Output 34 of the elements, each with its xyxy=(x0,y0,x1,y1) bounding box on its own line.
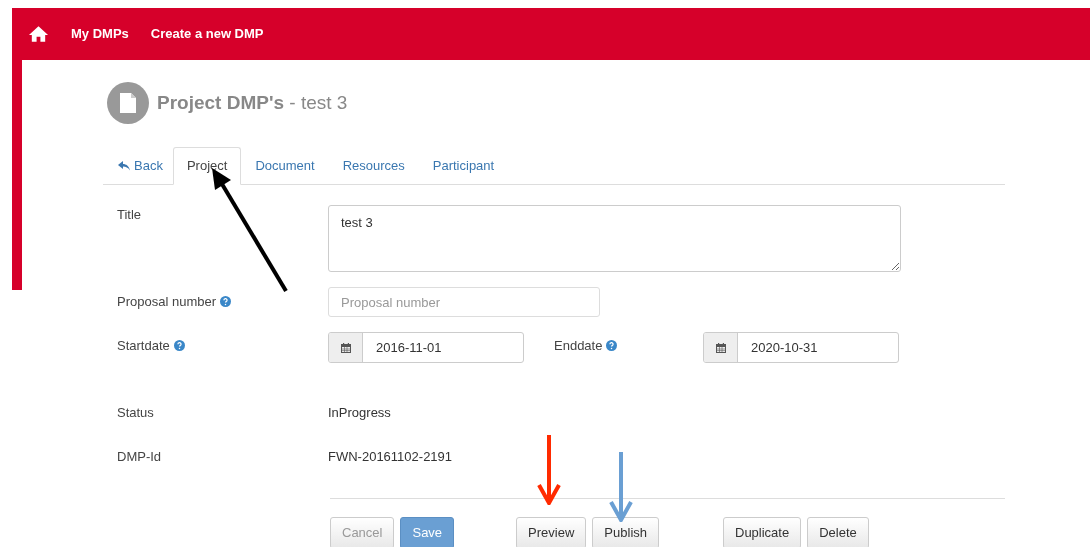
tab[interactable]: Document xyxy=(241,147,329,185)
page-title: Project DMP's - test 3 xyxy=(157,90,348,115)
tab[interactable]: Participant xyxy=(418,147,509,185)
field-label: Startdate xyxy=(117,338,170,353)
back-link[interactable]: Back xyxy=(108,147,173,184)
button[interactable]: Preview xyxy=(516,517,587,547)
annotation-arrow xyxy=(537,435,561,505)
help-icon[interactable] xyxy=(173,340,185,351)
field-label: DMP-Id xyxy=(117,448,162,464)
enddate-field[interactable]: 2020-10-31 xyxy=(703,332,899,363)
dmp-id-value: FWN-20161102-2191 xyxy=(328,447,453,466)
field-label: Title xyxy=(117,207,142,222)
annotation-arrow xyxy=(609,452,633,522)
startdate-field[interactable]: 2016-11-01 xyxy=(328,332,524,363)
reply-arrow-icon xyxy=(118,160,130,171)
help-icon[interactable] xyxy=(606,340,618,351)
status-value: InProgress xyxy=(328,404,391,422)
tab[interactable]: Project xyxy=(172,147,242,185)
calendar-icon[interactable] xyxy=(704,333,738,362)
field-label: Enddate xyxy=(554,338,603,353)
tab[interactable]: Resources xyxy=(328,147,419,185)
button[interactable]: Publish xyxy=(592,517,659,547)
proposal-number-field[interactable]: Proposal number xyxy=(328,287,600,317)
nav-link[interactable]: My DMPs xyxy=(71,24,129,44)
title-field[interactable]: test 3 xyxy=(328,205,901,272)
field-label: Status xyxy=(117,405,154,420)
document-icon xyxy=(107,82,149,124)
button[interactable]: Delete xyxy=(807,517,869,547)
help-icon[interactable] xyxy=(220,296,231,308)
nav-link[interactable]: Create a new DMP xyxy=(150,24,264,44)
calendar-icon[interactable] xyxy=(329,333,363,362)
button[interactable]: Duplicate xyxy=(723,517,802,547)
field-label: Proposal number xyxy=(117,294,216,310)
home-icon[interactable] xyxy=(28,25,49,43)
